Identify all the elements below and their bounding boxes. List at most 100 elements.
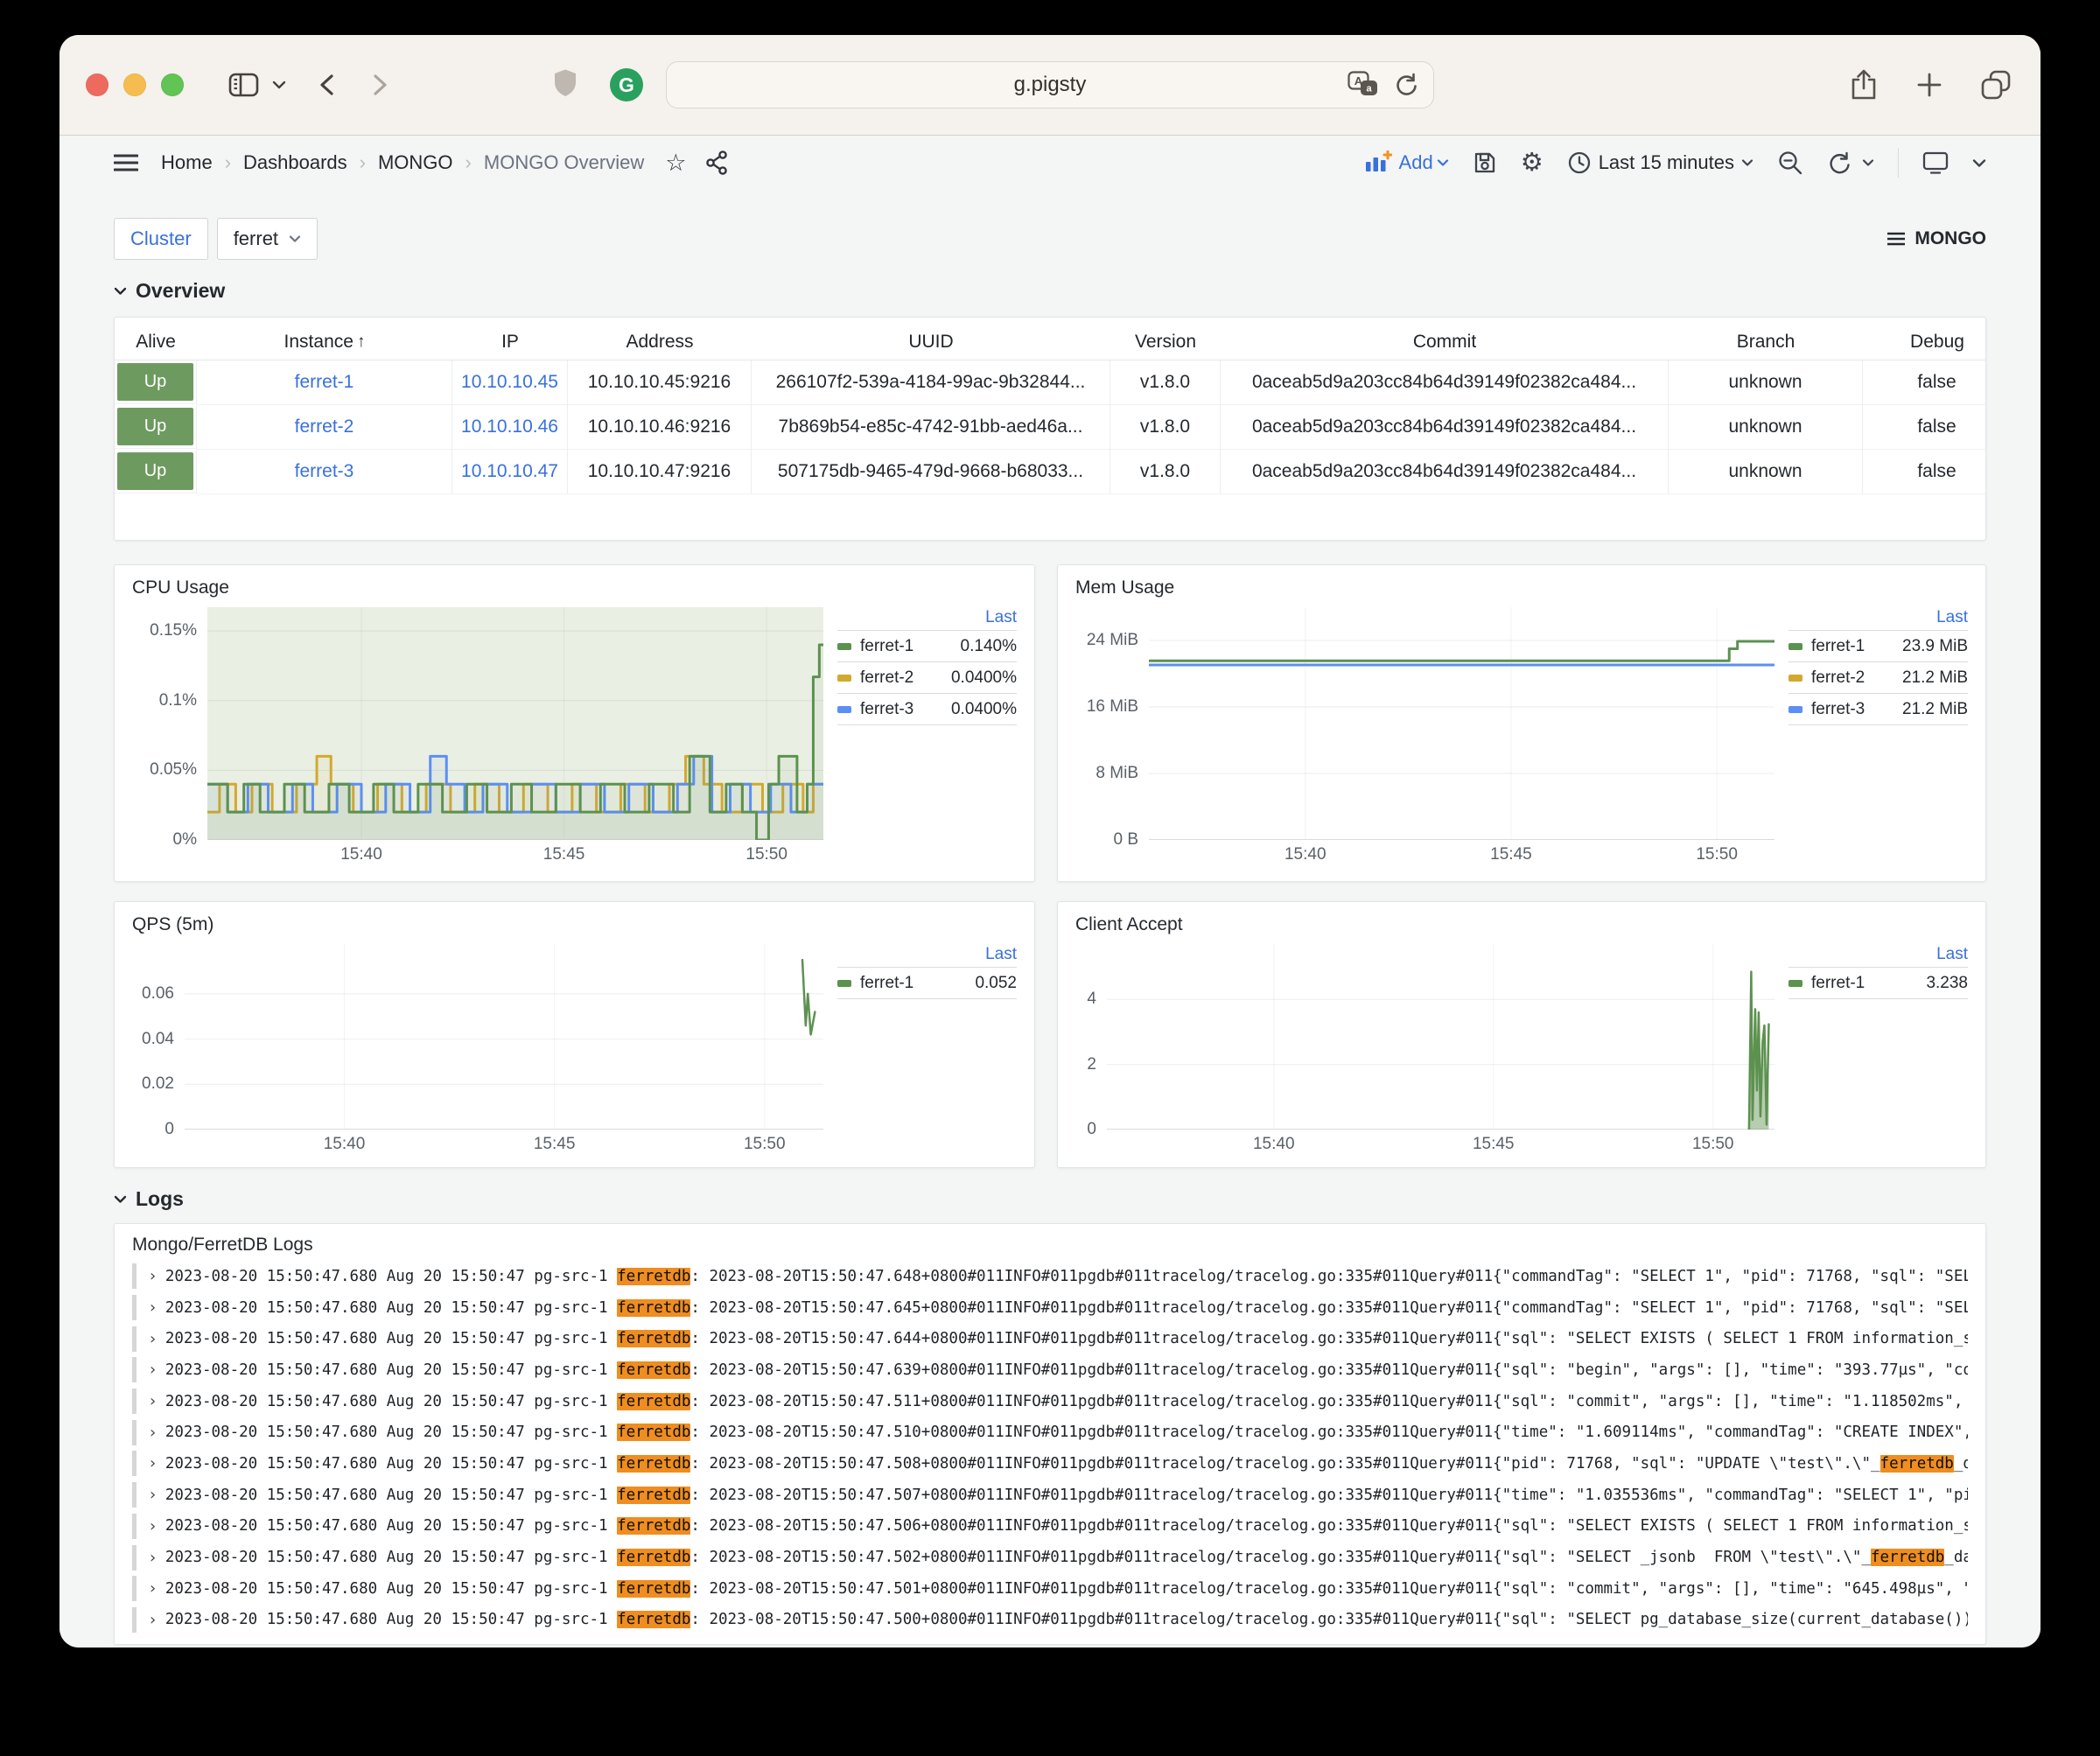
instance-link[interactable]: ferret-1 — [295, 372, 354, 393]
log-row[interactable]: ›2023-08-20 15:50:47.680 Aug 20 15:50:47… — [132, 1573, 1968, 1605]
column-header-alive[interactable]: Alive — [115, 325, 197, 360]
log-expand-chevron-icon[interactable]: › — [148, 1361, 158, 1379]
legend-item-ferret-1[interactable]: ferret-10.140% — [837, 630, 1017, 661]
table-cell-ip[interactable]: 10.10.10.45 — [452, 360, 568, 405]
log-row[interactable]: ›2023-08-20 15:50:47.680 Aug 20 15:50:47… — [132, 1386, 1968, 1417]
table-cell-ip[interactable]: 10.10.10.46 — [452, 405, 568, 450]
log-expand-chevron-icon[interactable]: › — [148, 1298, 158, 1317]
log-expand-chevron-icon[interactable]: › — [148, 1267, 158, 1285]
reload-icon[interactable] — [1393, 71, 1419, 99]
translate-icon[interactable]: Aa — [1348, 71, 1379, 99]
close-window-button[interactable] — [86, 73, 108, 96]
ip-link[interactable]: 10.10.10.45 — [461, 372, 558, 393]
address-bar[interactable]: g.pigsty Aa — [666, 61, 1434, 108]
column-header-ip[interactable]: IP — [452, 325, 568, 360]
instance-link[interactable]: ferret-3 — [295, 461, 354, 482]
log-row[interactable]: › 2023-08-20 15:50:47.680 Aug 20 15:50:47… — [132, 1511, 1968, 1543]
cluster-variable-dropdown[interactable]: ferret — [217, 218, 318, 260]
column-header-instance[interactable]: Instance↑ — [197, 325, 452, 360]
log-message: 2023-08-20 15:50:47.680 Aug 20 15:50:47 … — [165, 1517, 1968, 1535]
log-row[interactable]: ›2023-08-20 15:50:47.680 Aug 20 15:50:47… — [132, 1542, 1968, 1573]
legend-item-ferret-3[interactable]: ferret-30.0400% — [837, 693, 1017, 725]
column-header-debug[interactable]: Debug — [1863, 325, 1986, 360]
log-expand-chevron-icon[interactable]: › — [148, 1549, 158, 1567]
log-row[interactable]: ›2023-08-20 15:50:47.680 Aug 20 15:50:47… — [132, 1261, 1968, 1292]
refresh-dashboard-button[interactable] — [1827, 150, 1874, 175]
mega-menu-icon[interactable] — [114, 153, 138, 172]
back-button[interactable] — [316, 70, 339, 100]
sidebar-toggle-button[interactable] — [228, 71, 260, 99]
favorite-star-icon[interactable]: ☆ — [665, 151, 686, 175]
dashboard-links-mongo[interactable]: MONGO — [1886, 228, 1986, 249]
time-range-picker[interactable]: Last 15 minutes — [1567, 150, 1754, 175]
fullscreen-window-button[interactable] — [161, 73, 184, 96]
section-header-overview[interactable]: Overview — [114, 279, 1986, 303]
log-expand-chevron-icon[interactable]: › — [148, 1579, 158, 1598]
grammarly-extension-icon[interactable]: G — [610, 68, 643, 101]
minimize-window-button[interactable] — [123, 73, 146, 96]
legend-last-value: 0.0400% — [951, 700, 1017, 719]
ip-link[interactable]: 10.10.10.46 — [461, 416, 558, 437]
column-header-commit[interactable]: Commit — [1221, 325, 1669, 360]
forward-button[interactable] — [368, 70, 391, 100]
log-row[interactable]: ›2023-08-20 15:50:47.680 Aug 20 15:50:47… — [132, 1354, 1968, 1386]
legend-item-ferret-1[interactable]: ferret-13.238 — [1788, 967, 1968, 999]
table-cell-ip[interactable]: 10.10.10.47 — [452, 450, 568, 494]
log-expand-chevron-icon[interactable]: › — [148, 1392, 158, 1410]
zoom-out-time-icon[interactable] — [1777, 150, 1803, 176]
section-header-logs[interactable]: Logs — [114, 1187, 1986, 1211]
chart-canvas — [207, 607, 823, 840]
log-expand-chevron-icon[interactable]: › — [148, 1486, 158, 1504]
legend-item-ferret-1[interactable]: ferret-10.052 — [837, 967, 1017, 999]
y-tick-label: 8 MiB — [1096, 764, 1138, 783]
y-tick-label: 24 MiB — [1087, 631, 1138, 650]
sidebar-chevron-icon[interactable] — [272, 80, 286, 90]
table-cell-instance[interactable]: ferret-1 — [197, 360, 452, 405]
navbar-collapse-chevron-icon[interactable] — [1972, 158, 1986, 168]
table-cell-instance[interactable]: ferret-2 — [197, 405, 452, 450]
instance-link[interactable]: ferret-2 — [295, 416, 354, 437]
log-row[interactable]: ›2023-08-20 15:50:47.680 Aug 20 15:50:47… — [132, 1605, 1968, 1636]
breadcrumb-mongo[interactable]: MONGO — [378, 151, 453, 174]
share-icon[interactable] — [1850, 68, 1878, 101]
time-chevron-down-icon — [1741, 158, 1754, 167]
log-expand-chevron-icon[interactable]: › — [148, 1611, 158, 1629]
log-row[interactable]: › 2023-08-20 15:50:47.680 Aug 20 15:50:47… — [132, 1323, 1968, 1354]
log-expand-chevron-icon[interactable]: › — [148, 1424, 158, 1442]
log-row[interactable]: ›2023-08-20 15:50:47.680 Aug 20 15:50:47… — [132, 1292, 1968, 1324]
log-row[interactable]: ›2023-08-20 15:50:47.680 Aug 20 15:50:47… — [132, 1480, 1968, 1511]
new-tab-icon[interactable] — [1916, 72, 1942, 98]
share-dashboard-icon[interactable] — [705, 150, 728, 175]
log-expand-chevron-icon[interactable]: › — [148, 1330, 158, 1348]
status-badge: Up — [117, 363, 193, 401]
breadcrumb-home[interactable]: Home — [161, 151, 213, 174]
log-expand-chevron-icon[interactable]: › — [148, 1517, 158, 1536]
log-row[interactable]: ›2023-08-20 15:50:47.680 Aug 20 15:50:47… — [132, 1448, 1968, 1480]
legend-swatch — [1788, 706, 1802, 713]
column-header-branch[interactable]: Branch — [1669, 325, 1863, 360]
column-header-address[interactable]: Address — [568, 325, 752, 360]
cpu-plot[interactable]: 15:4015:4515:50 — [207, 607, 823, 840]
column-header-version[interactable]: Version — [1110, 325, 1221, 360]
dashboard-settings-gear-icon[interactable]: ⚙ — [1521, 150, 1544, 176]
legend-item-ferret-1[interactable]: ferret-123.9 MiB — [1788, 630, 1968, 661]
accept-plot[interactable]: 15:4015:4515:50 — [1107, 944, 1774, 1130]
column-header-uuid[interactable]: UUID — [752, 325, 1110, 360]
log-message: 2023-08-20 15:50:47.680 Aug 20 15:50:47 … — [165, 1330, 1968, 1347]
qps-plot[interactable]: 15:4015:4515:50 — [185, 944, 823, 1130]
mem-plot[interactable]: 15:4015:4515:50 — [1149, 607, 1774, 840]
legend-item-ferret-3[interactable]: ferret-321.2 MiB — [1788, 693, 1968, 725]
table-cell-instance[interactable]: ferret-3 — [197, 450, 452, 494]
log-level-bar — [132, 1357, 136, 1382]
log-expand-chevron-icon[interactable]: › — [148, 1454, 158, 1473]
kiosk-tv-icon[interactable] — [1922, 150, 1949, 175]
legend-item-ferret-2[interactable]: ferret-20.0400% — [837, 661, 1017, 693]
save-dashboard-icon[interactable] — [1473, 150, 1497, 175]
log-row[interactable]: ›2023-08-20 15:50:47.680 Aug 20 15:50:47… — [132, 1417, 1968, 1448]
legend-item-ferret-2[interactable]: ferret-221.2 MiB — [1788, 661, 1968, 693]
privacy-shield-icon[interactable] — [553, 68, 578, 102]
breadcrumb-dashboards[interactable]: Dashboards — [243, 151, 347, 174]
add-panel-button[interactable]: Add — [1364, 150, 1449, 175]
ip-link[interactable]: 10.10.10.47 — [461, 461, 558, 482]
tab-overview-icon[interactable] — [1981, 70, 2011, 100]
